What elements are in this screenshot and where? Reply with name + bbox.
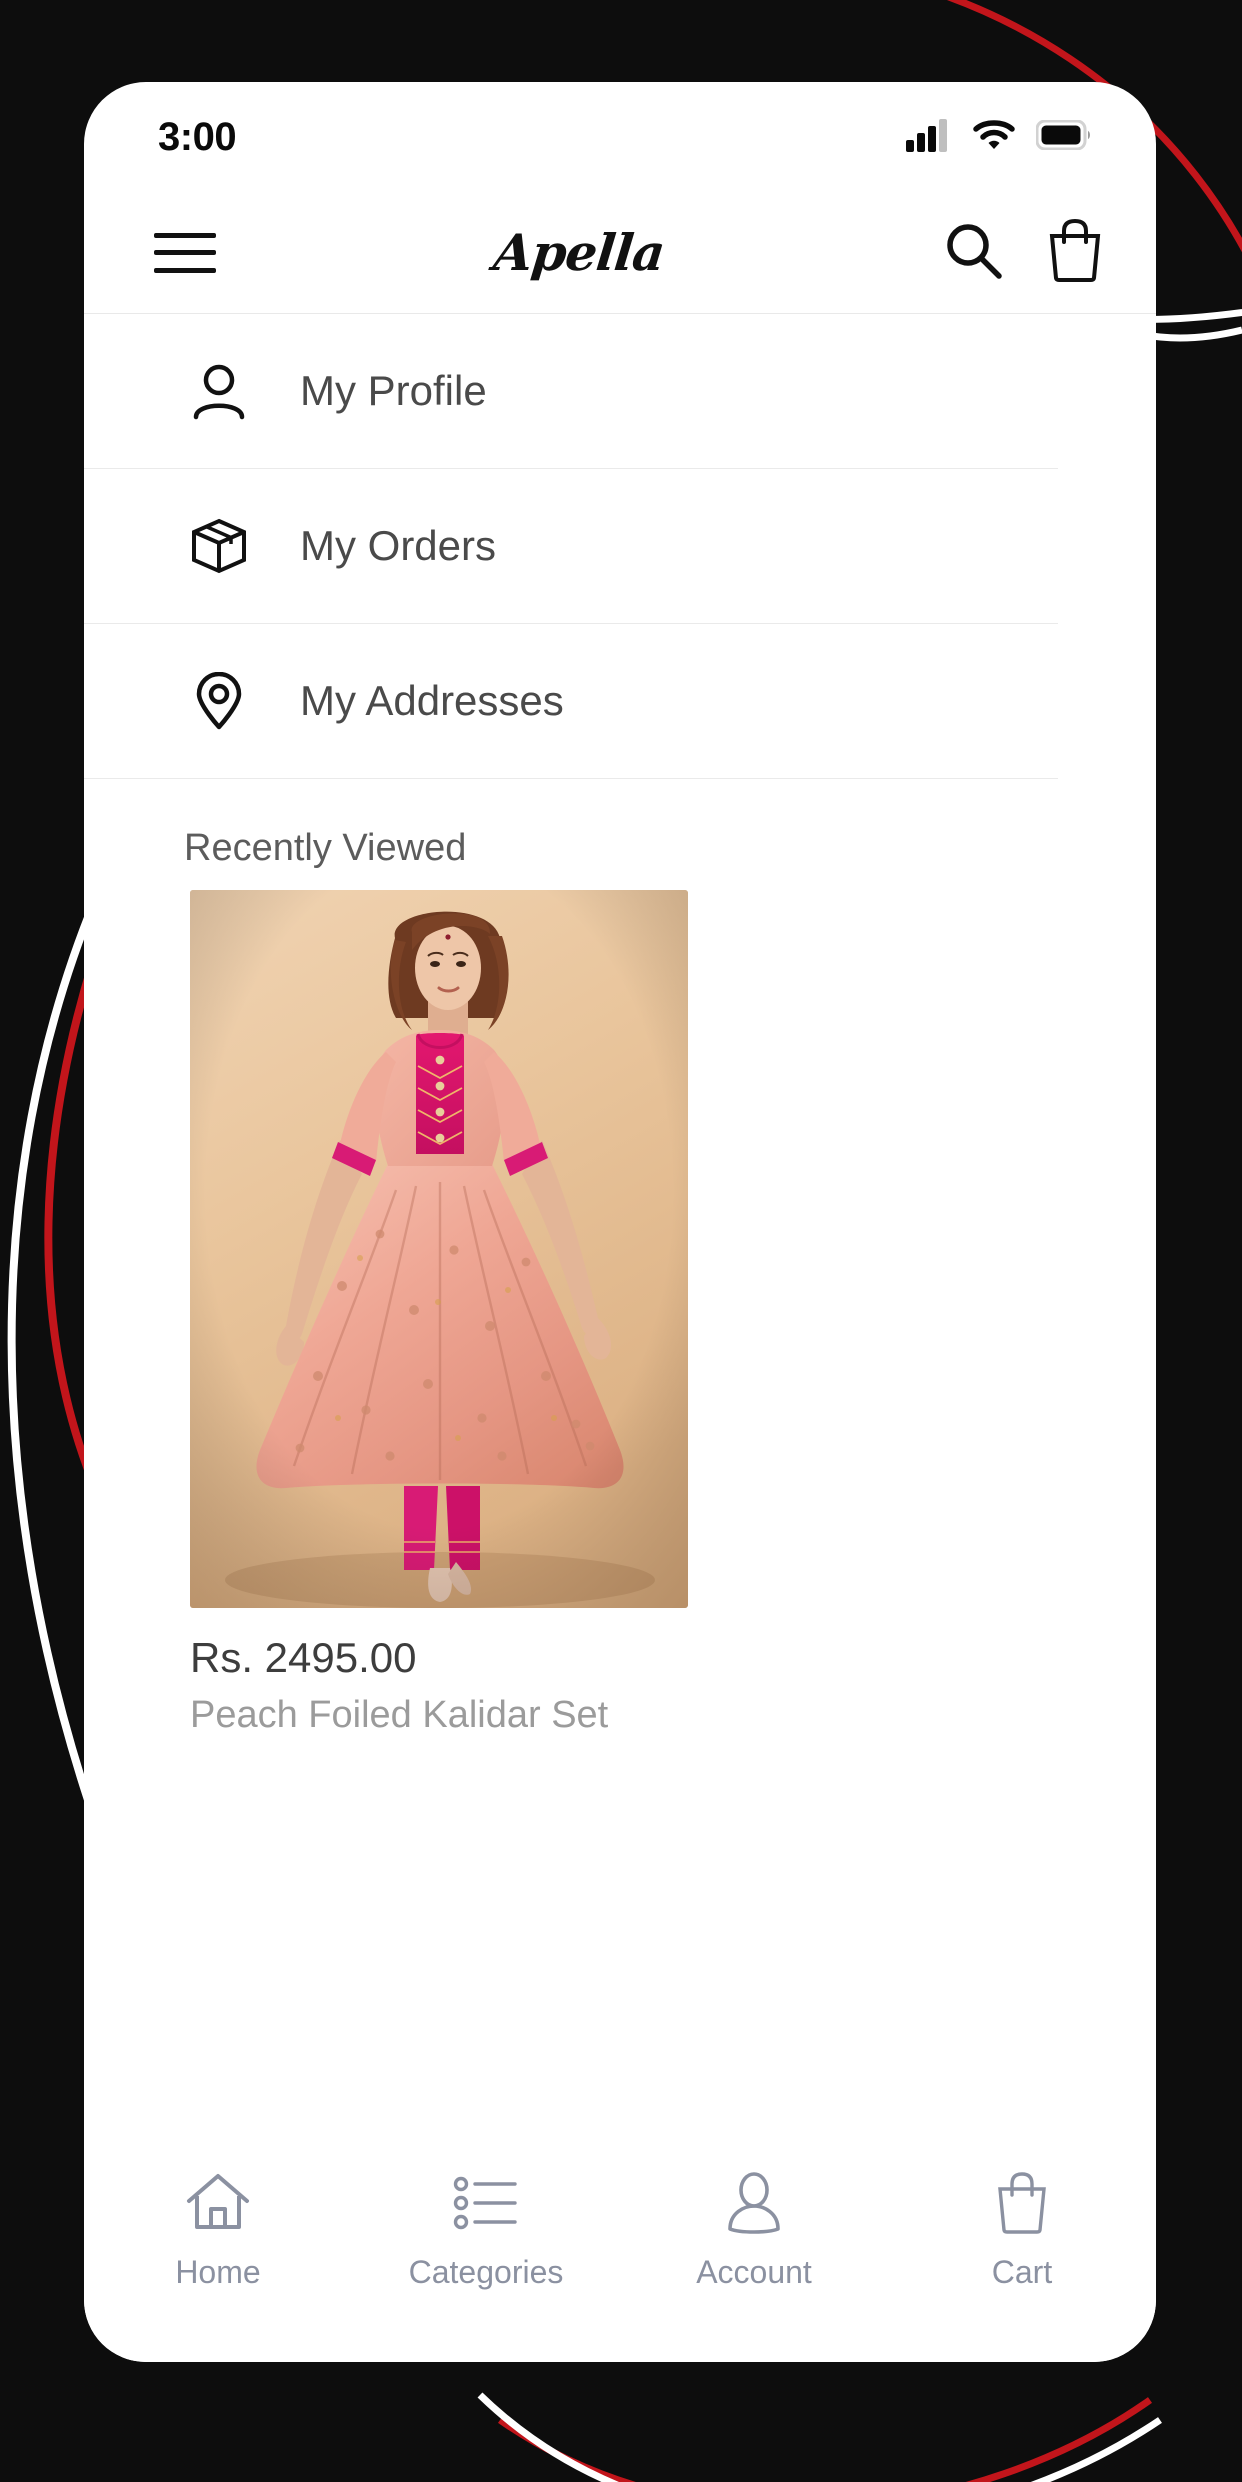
- nav-item-account[interactable]: Account: [639, 2166, 869, 2291]
- brand-logo[interactable]: Apella: [491, 223, 667, 282]
- status-icons: [906, 118, 1092, 157]
- status-bar: 3:00: [84, 82, 1156, 192]
- location-pin-icon: [190, 672, 254, 730]
- status-time: 3:00: [158, 114, 237, 159]
- product-price: Rs. 2495.00: [190, 1634, 417, 1681]
- list-icon: [453, 2166, 519, 2240]
- hamburger-bar: [154, 232, 216, 238]
- screenshot-stage: 3:00 Apella My Profile My Orders My Addr…: [0, 0, 1242, 2482]
- wifi-icon: [972, 118, 1016, 157]
- nav-item-label: Categories: [408, 2254, 564, 2290]
- box-icon: [190, 517, 254, 575]
- phone-mockup: 3:00 Apella My Profile My Orders My Addr…: [84, 82, 1156, 2362]
- nav-item-label: Account: [696, 2254, 812, 2290]
- bottom-navigation-bar: Home Categories Account Cart: [84, 2132, 1156, 2362]
- home-icon: [185, 2166, 251, 2240]
- search-icon[interactable]: [942, 219, 1004, 286]
- cart-bag-icon: [993, 2166, 1051, 2240]
- menu-item-my-profile[interactable]: My Profile: [84, 314, 1058, 469]
- menu-item-label: My Orders: [300, 522, 497, 569]
- hamburger-bar: [154, 250, 216, 255]
- recently-viewed-title: Recently Viewed: [184, 827, 467, 869]
- nav-item-cart[interactable]: Cart: [907, 2166, 1137, 2291]
- shopping-bag-icon[interactable]: [1046, 218, 1104, 287]
- nav-item-label: Home: [175, 2254, 261, 2290]
- product-card[interactable]: Rs. 2495.00 Peach Foiled Kalidar Set: [190, 890, 688, 1737]
- person-icon: [190, 362, 254, 420]
- nav-item-home[interactable]: Home: [103, 2166, 333, 2291]
- nav-item-label: Cart: [991, 2254, 1053, 2290]
- product-image[interactable]: [190, 890, 688, 1608]
- header-actions: [942, 218, 1104, 287]
- account-menu-list: My Profile My Orders My Addresses: [84, 314, 1156, 779]
- signal-bars-icon: [906, 118, 952, 157]
- menu-item-my-addresses[interactable]: My Addresses: [84, 624, 1058, 779]
- menu-item-label: My Addresses: [300, 677, 564, 724]
- battery-icon: [1035, 119, 1092, 155]
- hamburger-bar: [154, 267, 216, 273]
- hamburger-menu-icon[interactable]: [154, 232, 216, 273]
- menu-item-label: My Profile: [300, 367, 487, 414]
- menu-item-my-orders[interactable]: My Orders: [84, 469, 1058, 624]
- product-name: Peach Foiled Kalidar Set: [190, 1694, 609, 1736]
- account-icon: [724, 2166, 784, 2240]
- nav-item-categories[interactable]: Categories: [371, 2166, 601, 2291]
- app-header: Apella: [84, 192, 1156, 314]
